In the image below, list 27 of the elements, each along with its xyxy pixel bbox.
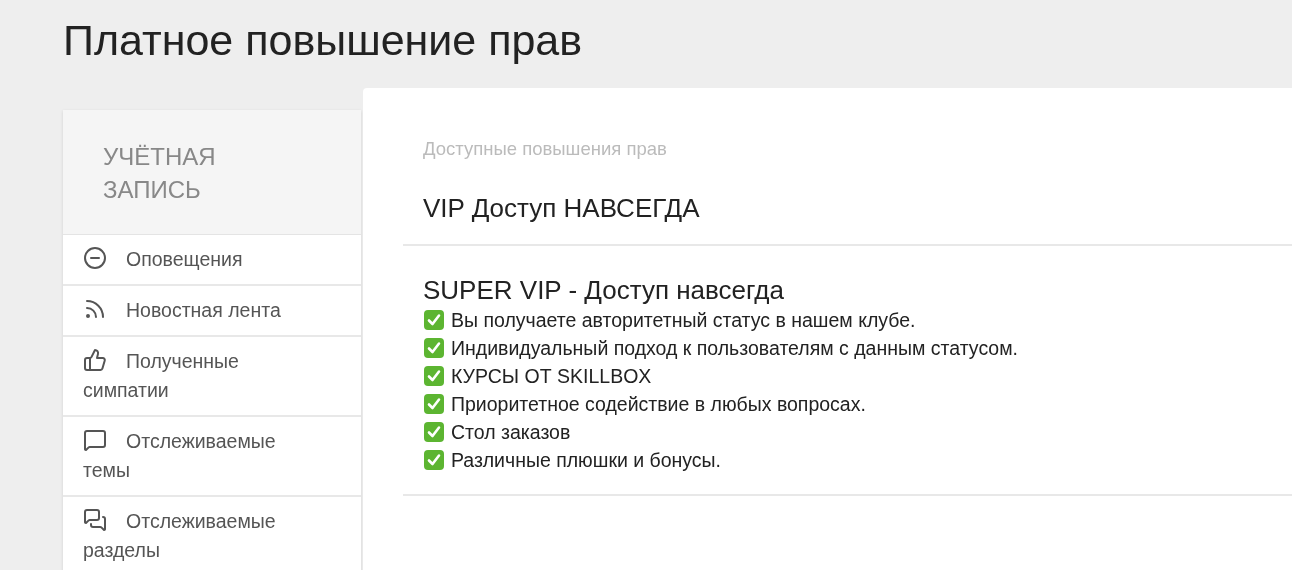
- feature-text: Стол заказов: [451, 420, 571, 445]
- feature-text: Вы получаете авторитетный статус в нашем клубе.: [451, 308, 916, 333]
- page-title: Платное повышение прав: [63, 15, 584, 66]
- sidebar-item[interactable]: Оповещения: [63, 235, 361, 286]
- sidebar-item[interactable]: Новостная лента: [63, 286, 361, 337]
- feature-text: Приоритетное содействие в любых вопросах.: [451, 392, 866, 417]
- check-icon: [423, 449, 445, 471]
- thumbs-up-icon: [83, 348, 107, 372]
- check-icon: [423, 393, 445, 415]
- check-icon: [423, 365, 445, 387]
- minus-circle-icon: [83, 246, 107, 270]
- section-label: Доступные повышения прав: [422, 138, 668, 160]
- sidebar-item[interactable]: Отслеживаемые темы: [63, 417, 361, 497]
- check-icon: [423, 337, 445, 359]
- sidebar-heading: УЧЁТНАЯ ЗАПИСЬ: [63, 110, 361, 235]
- upgrade-title[interactable]: SUPER VIP - Доступ навсегда: [423, 274, 1272, 306]
- rss-icon: [83, 297, 107, 321]
- sidebar-item[interactable]: Полученные симпатии: [63, 337, 361, 417]
- feature-text: КУРСЫ ОТ SKILLBOX: [451, 364, 652, 389]
- check-icon: [423, 421, 445, 443]
- feature-text: Индивидуальный подход к пользователям с данным статусом.: [451, 336, 1018, 361]
- upgrade-title[interactable]: VIP Доступ НАВСЕГДА: [423, 192, 1272, 224]
- speech-bubble-icon: [83, 428, 107, 452]
- speech-bubbles-icon: [83, 508, 107, 532]
- sidebar-item[interactable]: Отслеживаемые разделы: [63, 497, 361, 570]
- feature-text: Различные плюшки и бонусы.: [451, 448, 722, 473]
- check-icon: [423, 309, 445, 331]
